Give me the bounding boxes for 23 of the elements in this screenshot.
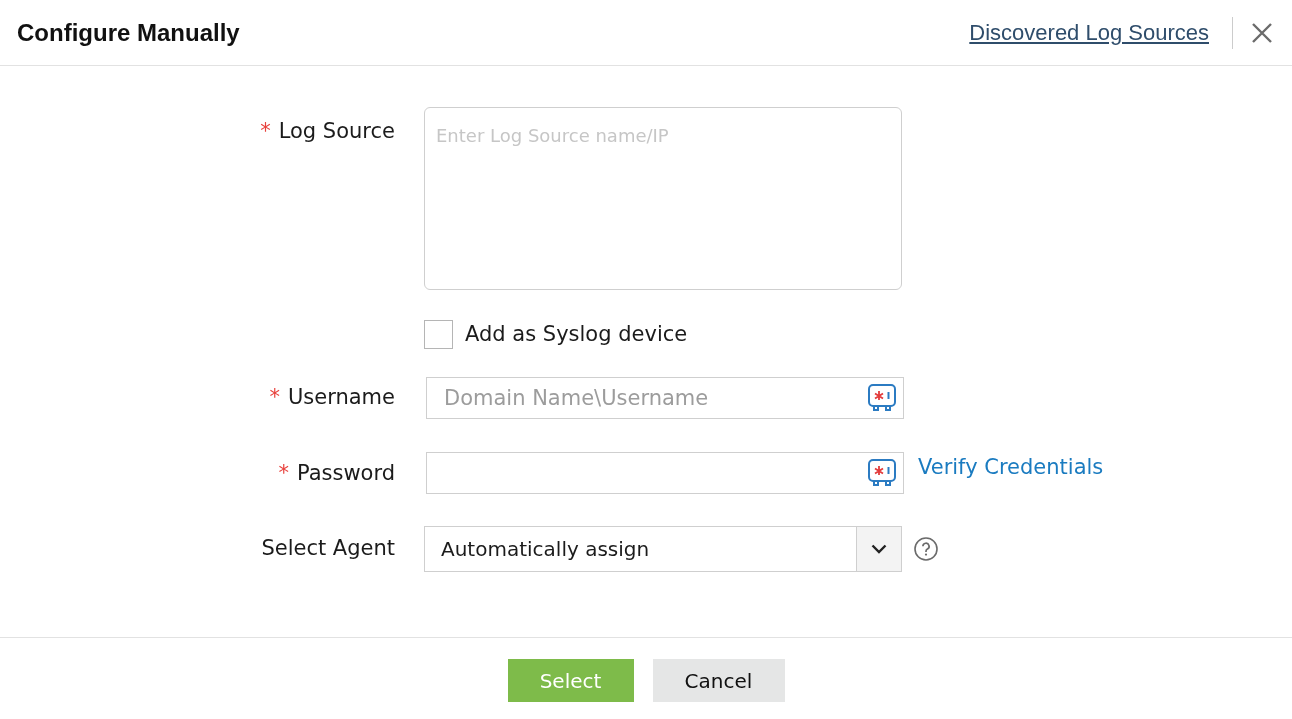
field-label: Select Agent (261, 535, 395, 563)
field-label: Password (296, 459, 395, 487)
agent-dropdown[interactable]: Automatically assign (424, 526, 902, 572)
checkbox[interactable] (424, 320, 453, 350)
help-icon[interactable] (914, 537, 938, 561)
dropdown-toggle[interactable] (856, 527, 901, 571)
close-icon[interactable] (1252, 22, 1272, 43)
discovered-log-sources-link[interactable]: Discovered Log Sources (969, 16, 1209, 49)
field-label: Log Source (278, 118, 395, 145)
required-mark: * (269, 383, 280, 411)
verify-credentials-link[interactable]: Verify Credentials (918, 451, 1104, 483)
cancel-button[interactable]: Cancel (652, 659, 785, 702)
username-field[interactable]: Domain Name\Username (426, 376, 904, 419)
dialog-title: Configure Manually (17, 17, 241, 48)
required-mark: * (278, 459, 289, 487)
vault-icon[interactable] (867, 382, 897, 413)
vault-icon[interactable] (867, 458, 897, 489)
required-mark: * (260, 118, 271, 145)
password-field[interactable] (426, 452, 904, 495)
chevron-down-icon (871, 544, 887, 554)
log-source-field[interactable]: Enter Log Source name/IP (424, 107, 902, 290)
checkbox-label: Add as Syslog device (465, 321, 688, 348)
field-label: Username (287, 383, 395, 411)
